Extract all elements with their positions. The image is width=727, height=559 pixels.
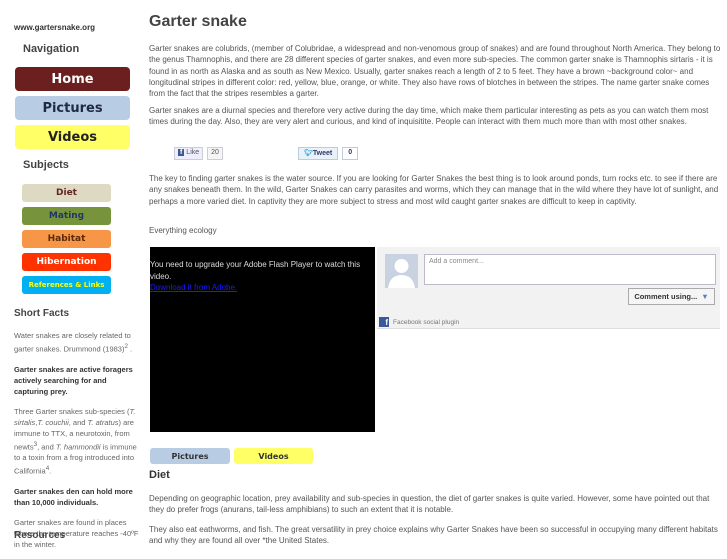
facebook-social-plugin[interactable]: f Facebook social plugin bbox=[379, 317, 459, 327]
nav-home-button[interactable]: Home bbox=[15, 67, 130, 91]
twitter-bird-icon: 🐦︎ bbox=[304, 150, 313, 157]
subject-mating-button[interactable]: Mating bbox=[22, 207, 111, 225]
chevron-down-icon: ▼ bbox=[701, 292, 709, 301]
short-facts-heading: Short Facts bbox=[14, 308, 70, 319]
diet-paragraph: Depending on geographic location, prey a… bbox=[149, 494, 710, 515]
like-count: 20 bbox=[207, 147, 223, 160]
videos-button[interactable]: Videos bbox=[234, 448, 313, 464]
ecology-text: Everything ecology bbox=[149, 226, 217, 235]
finding-paragraph: The key to finding garter snakes is the … bbox=[149, 174, 719, 206]
tweet-widget[interactable]: 🐦︎Tweet 0 bbox=[298, 147, 359, 160]
fact-2: Garter snakes are active foragers active… bbox=[14, 364, 133, 396]
fact-3: Three Garter snakes sub-species (T. sirt… bbox=[14, 406, 137, 476]
subject-habitat-button[interactable]: Habitat bbox=[22, 230, 111, 248]
comment-input[interactable]: Add a comment... bbox=[424, 254, 716, 285]
comment-using-dropdown[interactable]: Comment using... ▼ bbox=[628, 288, 715, 305]
download-flash-link[interactable]: Download it from Adobe. bbox=[150, 283, 237, 292]
facebook-like-button[interactable]: f Like bbox=[174, 147, 204, 160]
pictures-button[interactable]: Pictures bbox=[150, 448, 230, 464]
avatar bbox=[385, 254, 418, 288]
tweet-button[interactable]: 🐦︎Tweet bbox=[298, 147, 339, 160]
facebook-like-widget[interactable]: f Like 20 bbox=[174, 147, 223, 160]
diet-heading: Diet bbox=[149, 469, 170, 481]
subjects-heading: Subjects bbox=[23, 159, 69, 171]
flash-upgrade-message: You need to upgrade your Adobe Flash Pla… bbox=[150, 260, 361, 281]
subject-references-button[interactable]: References & Links bbox=[22, 276, 111, 294]
nav-pictures-button[interactable]: Pictures bbox=[15, 96, 130, 120]
subject-diet-button[interactable]: Diet bbox=[22, 184, 111, 202]
facebook-icon: f bbox=[178, 149, 185, 156]
navigation-heading: Navigation bbox=[23, 43, 80, 55]
site-url: www.gartersnake.org bbox=[14, 23, 96, 32]
nav-videos-button[interactable]: Videos bbox=[15, 125, 130, 149]
short-facts: Water snakes are closely related to gart… bbox=[14, 330, 140, 559]
diurnal-paragraph: Garter snakes are a diurnal species and … bbox=[149, 106, 709, 127]
tweet-count: 0 bbox=[342, 147, 359, 160]
subject-hibernation-button[interactable]: Hibernation bbox=[22, 253, 111, 271]
intro-paragraph: Garter snakes are colubrids, (member of … bbox=[149, 44, 721, 99]
user-silhouette-icon bbox=[388, 259, 415, 288]
fact-1: Water snakes are closely related to gart… bbox=[14, 331, 133, 354]
versatility-paragraph: They also eat eathworms, and fish. The g… bbox=[149, 525, 718, 546]
page-title: Garter snake bbox=[149, 13, 247, 30]
facebook-icon: f bbox=[379, 317, 389, 327]
fact-4: Garter snakes den can hold more than 10,… bbox=[14, 486, 133, 507]
flash-video-player[interactable]: You need to upgrade your Adobe Flash Pla… bbox=[150, 247, 375, 432]
resources-heading: Resources bbox=[14, 530, 66, 541]
